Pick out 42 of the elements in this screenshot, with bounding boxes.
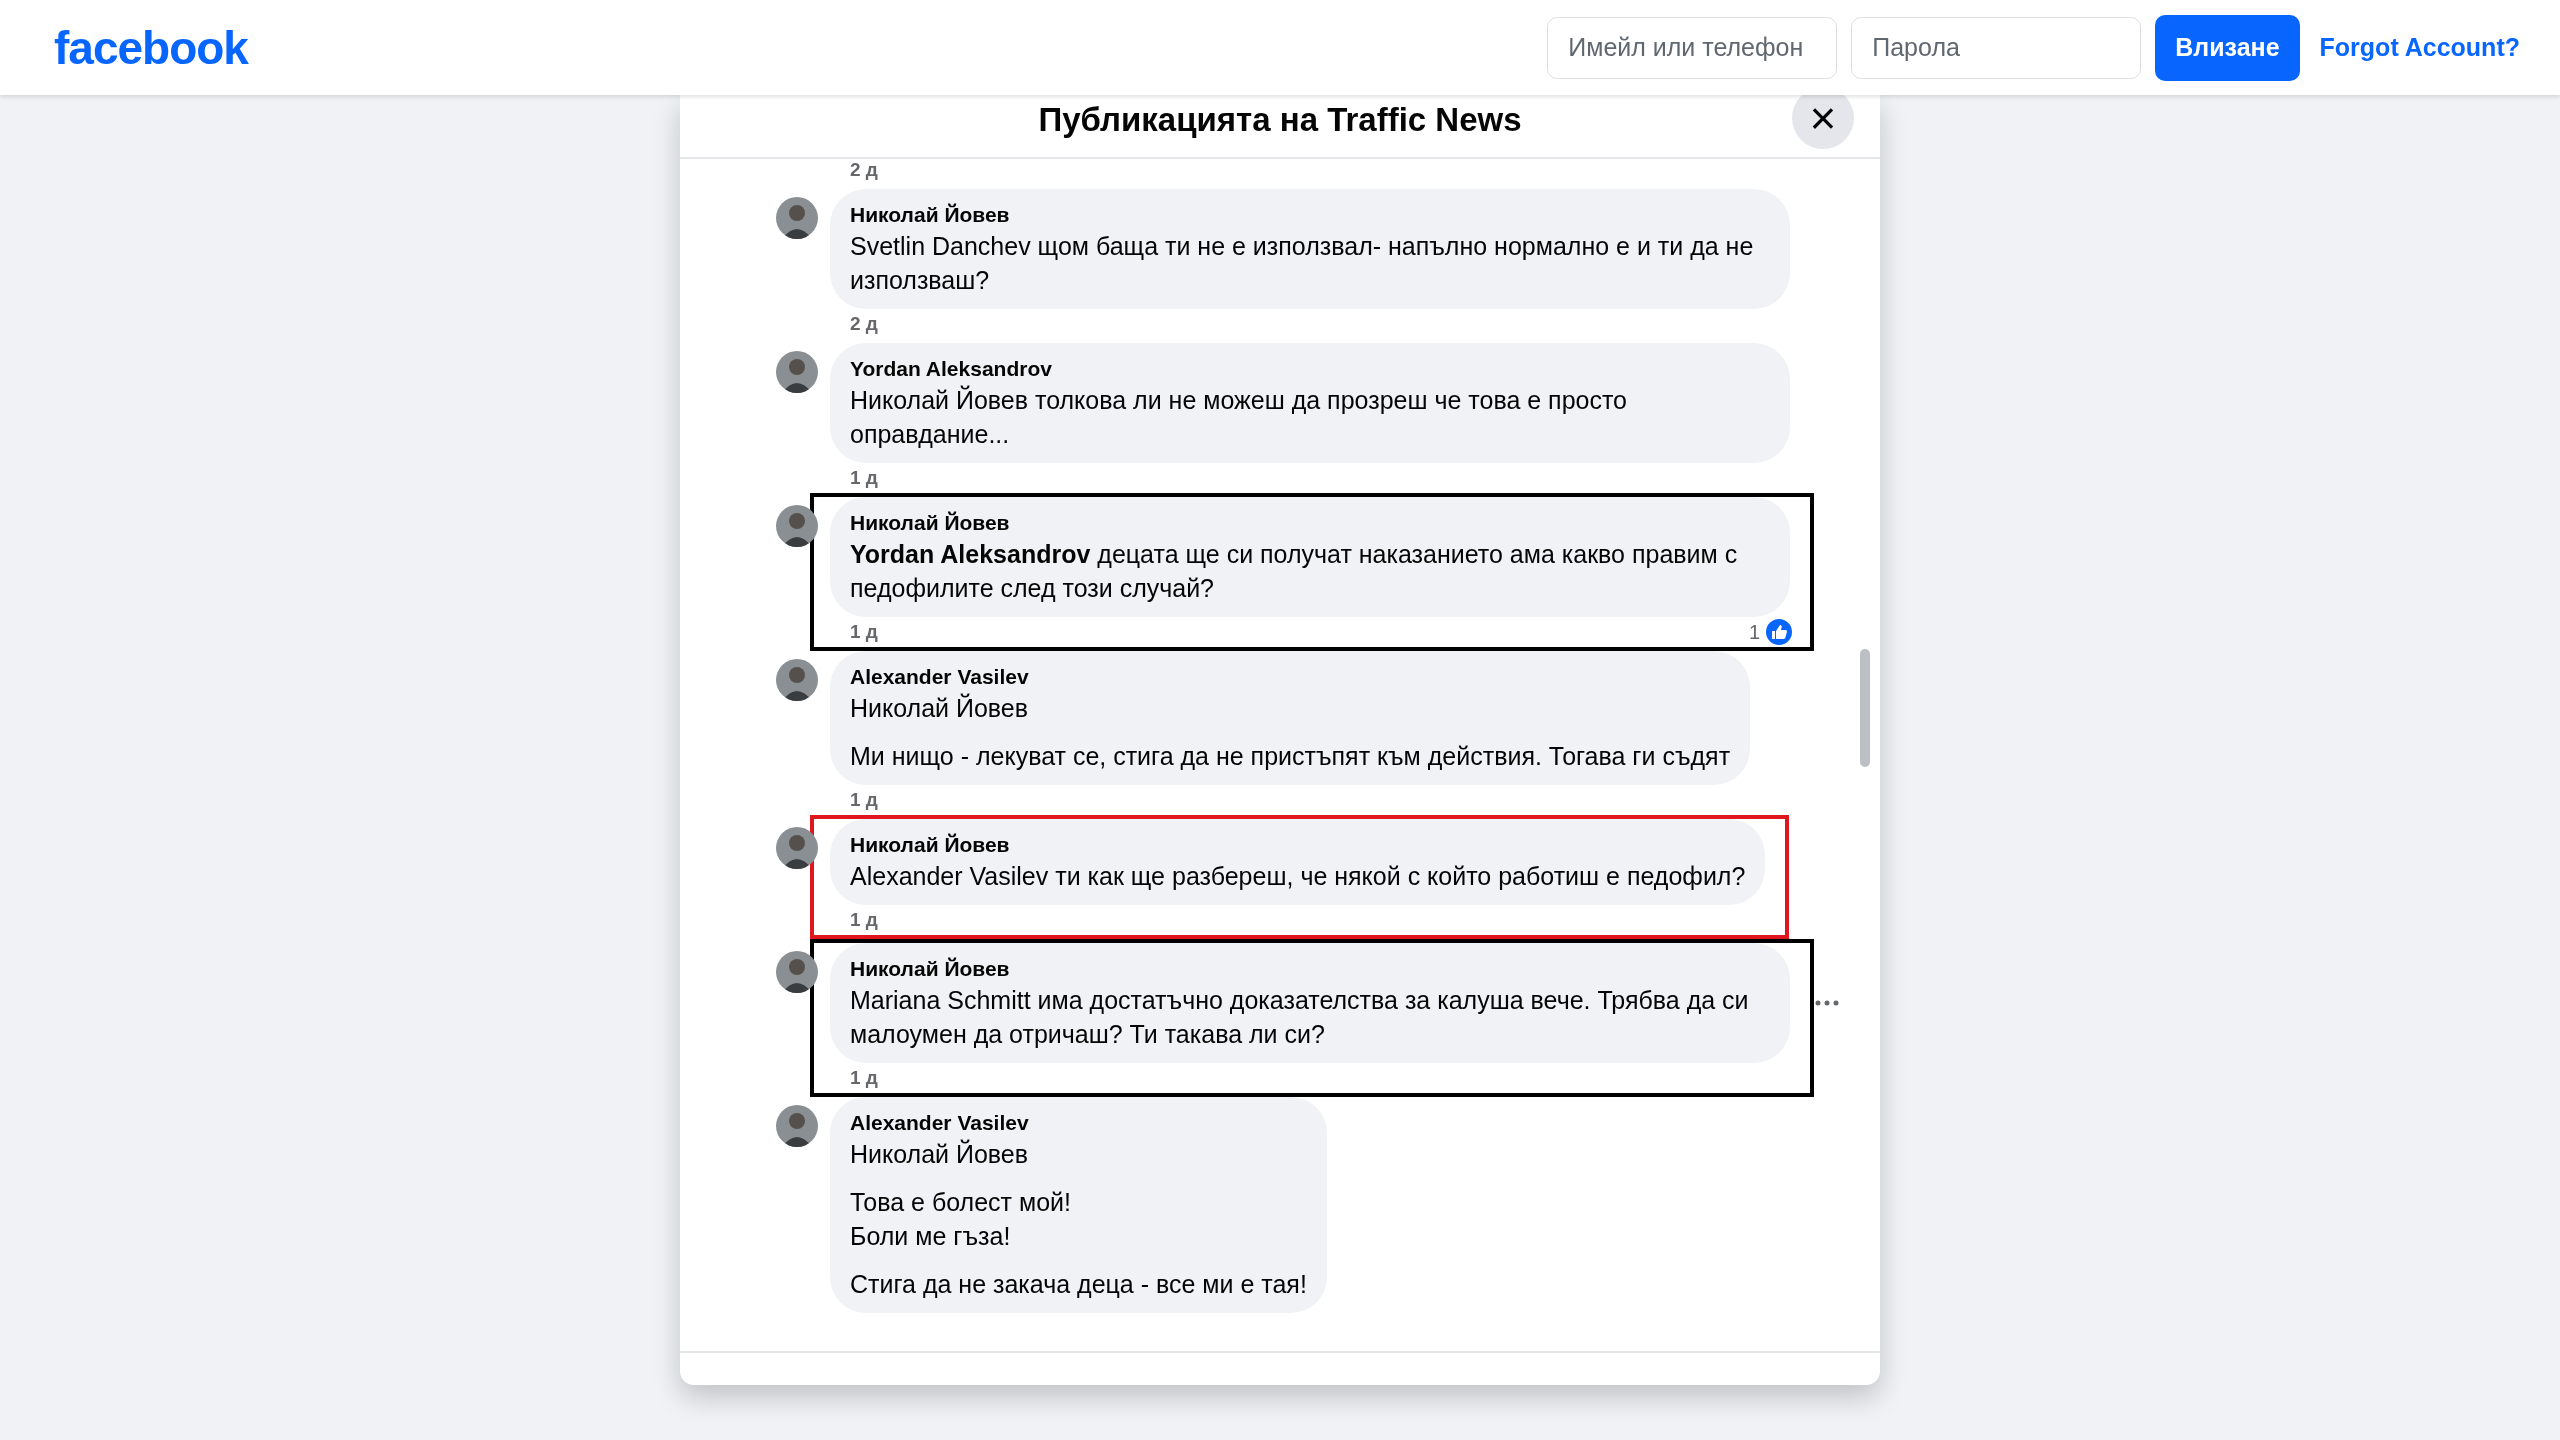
comment-text: Николай Йовев толкова ли не можеш да прозреш че това е просто оправдание...	[850, 384, 1628, 450]
password-field[interactable]: Парола	[1851, 16, 2142, 79]
like-count: 1	[1748, 620, 1760, 644]
avatar[interactable]	[776, 951, 818, 993]
scrollbar[interactable]	[1860, 649, 1870, 767]
comment-text: Svetlin Danchev щом баща ти не е използвал- напълно нормално е и ти да не използваш?	[850, 231, 1755, 296]
comment-time[interactable]: 1 д	[850, 789, 878, 811]
comment-time[interactable]: 1 д	[850, 621, 878, 643]
like-icon[interactable]	[1764, 617, 1794, 647]
forgot-account-link[interactable]: Forgot Account?	[2319, 33, 2520, 62]
avatar[interactable]	[776, 351, 818, 393]
comment-text: Yordan Aleksandrov децата ще си получат наказанието ама какво правим с педофилите след този случай?	[850, 539, 1739, 604]
comment-time[interactable]: 2 д	[850, 313, 878, 335]
close-button[interactable]: ×	[1792, 95, 1854, 149]
avatar[interactable]	[776, 659, 818, 701]
logo[interactable]: facebook	[54, 20, 248, 75]
comment-author[interactable]: Николай Йовев	[850, 955, 1770, 983]
comment-text: Alexander Vasilev ти как ще разбереш, че някой с който работиш е педофил?	[850, 861, 1746, 892]
avatar[interactable]	[776, 1105, 818, 1147]
avatar[interactable]	[776, 505, 818, 547]
comment-text: Mariana Schmitt има достатъчно доказателства за калуша вече. Трябва да си малоумен да отричаш? Ти такава ли си?	[850, 985, 1750, 1050]
more-icon[interactable]	[1814, 999, 1840, 1007]
comment-text: Николай Йовев	[850, 692, 1030, 724]
comment-text: Стига да не закача деца - все ми е тая!	[850, 1269, 1307, 1300]
comment-text: Това е болест мой! Боли ме гъза!	[850, 1187, 1072, 1252]
comment-time[interactable]: 2 д	[850, 159, 1820, 181]
comment-author[interactable]: Николай Йовев	[850, 509, 1770, 537]
email-field[interactable]: Имейл или телефон	[1547, 16, 1838, 79]
comment-author[interactable]: Николай Йовев	[850, 201, 1770, 229]
comment-author[interactable]: Alexander Vasilev	[850, 663, 1731, 691]
dialog-title: Публикацията на Traffic News	[1038, 101, 1522, 139]
comment-author[interactable]: Yordan Aleksandrov	[850, 355, 1770, 383]
comment-author[interactable]: Alexander Vasilev	[850, 1109, 1307, 1137]
login-button[interactable]: Влизане	[2155, 14, 2300, 81]
comment-time[interactable]: 1 д	[850, 467, 878, 489]
comment-text: Ми нищо - лекуват се, стига да не пристъпят към действия. Тогава ги съдят	[850, 741, 1731, 772]
comment-time[interactable]: 1 д	[850, 1067, 878, 1089]
avatar[interactable]	[776, 197, 818, 239]
comment-time[interactable]: 1 д	[850, 909, 878, 931]
comment-author[interactable]: Николай Йовев	[850, 831, 1746, 859]
avatar[interactable]	[776, 827, 818, 869]
comment-text: Николай Йовев	[850, 1138, 1030, 1170]
